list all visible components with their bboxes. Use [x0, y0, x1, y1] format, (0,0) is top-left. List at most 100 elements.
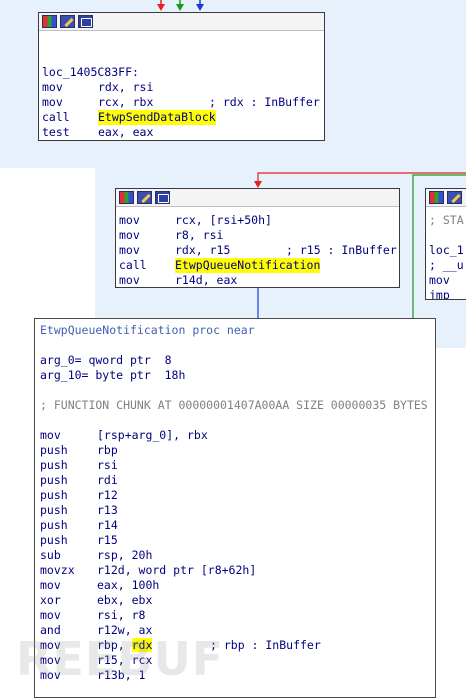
mnemonic: test — [42, 125, 70, 139]
instruction-line[interactable]: mov rdx, rsi — [39, 80, 324, 95]
instruction-line[interactable]: mov rcx, rbx ; rdx : InBuffer — [39, 95, 324, 110]
instruction-line[interactable]: mov [rsp+arg_0], rbx — [35, 428, 435, 443]
operands: r8, rsi — [175, 228, 224, 242]
partial-line: loc_1 — [429, 243, 464, 257]
mnemonic: sub — [40, 548, 61, 562]
mnemonic: push — [40, 473, 68, 487]
operands: eax, eax — [98, 125, 154, 139]
graph-node-loc-1405c83ff[interactable]: loc_1405C83FF: mov rdx, rsi mov rcx, rbx ; rd… — [38, 12, 325, 141]
operands: rdx, rsi — [98, 80, 154, 94]
instruction-line[interactable]: sub rsp, 20h — [35, 548, 435, 563]
partial-line: jmp — [429, 288, 450, 300]
rename-node-icon[interactable] — [447, 191, 462, 204]
node-toolbar — [426, 189, 466, 207]
edge-red-top-arrow — [157, 4, 165, 11]
comment: ; rbp : InBuffer — [210, 638, 321, 652]
color-node-icon[interactable] — [119, 191, 134, 204]
instruction-line[interactable]: mov rsi, r8 — [35, 608, 435, 623]
edge-blue-top-arrow — [196, 4, 204, 11]
graph-node-partial-right[interactable]: ; STA loc_1; __u mov jmp — [425, 188, 466, 300]
mnemonic: push — [40, 533, 68, 547]
instruction-line[interactable]: push r15 — [35, 533, 435, 548]
rename-node-icon[interactable] — [60, 15, 75, 28]
instruction-line[interactable]: movzx r12d, word ptr [r8+62h] — [35, 563, 435, 578]
instruction-line[interactable]: push rdi — [35, 473, 435, 488]
instruction-line[interactable]: js short loc_1405C8476 — [39, 140, 324, 141]
instruction-line[interactable]: test eax, eax — [39, 125, 324, 140]
mnemonic: push — [40, 503, 68, 517]
operands: r13 — [97, 503, 118, 517]
location-label: loc_1405C83FF: — [42, 65, 139, 79]
instruction-line[interactable]: push r12 — [35, 488, 435, 503]
color-node-icon[interactable] — [42, 15, 57, 28]
call-target-link[interactable]: EtwpQueueNotification — [175, 258, 321, 273]
operands: rcx, rbx — [98, 95, 154, 109]
node-toolbar — [39, 13, 324, 31]
mnemonic: call — [119, 258, 147, 272]
mnemonic: push — [40, 443, 68, 457]
instruction-line[interactable]: push rbp — [35, 443, 435, 458]
proc-header[interactable]: EtwpQueueNotification proc near — [40, 323, 255, 338]
mnemonic: movzx — [40, 563, 75, 577]
operands: r14d, eax — [175, 273, 238, 287]
comment: ; r15 : InBuffer — [286, 243, 397, 257]
mnemonic: mov — [40, 608, 61, 622]
mnemonic: mov — [40, 428, 61, 442]
instruction-line[interactable]: push r13 — [35, 503, 435, 518]
mnemonic: xor — [40, 593, 61, 607]
partial-line: ; STA — [429, 213, 464, 227]
mnemonic: mov — [42, 80, 63, 94]
edge-red-branch-arrow — [254, 181, 262, 188]
instruction-line[interactable]: xor ebx, ebx — [35, 593, 435, 608]
mnemonic: push — [40, 518, 68, 532]
mnemonic: mov — [42, 95, 63, 109]
operands: [rsp+arg_0], rbx — [97, 428, 208, 442]
instruction-line[interactable]: mov eax, 100h — [35, 578, 435, 593]
instruction-line[interactable]: push r14 — [35, 518, 435, 533]
rename-node-icon[interactable] — [137, 191, 152, 204]
operands: r12 — [97, 488, 118, 502]
graph-node-queue-notification-call[interactable]: mov rcx, [rsi+50h] mov r8, rsi mov rdx, r15 ; … — [115, 188, 400, 288]
mnemonic: mov — [40, 578, 61, 592]
mnemonic: mov — [119, 273, 140, 287]
stack-arg-definition[interactable]: arg_0= qword ptr 8 — [40, 353, 172, 368]
mnemonic: mov — [119, 213, 140, 227]
operands: rdx, r15 — [175, 243, 231, 257]
operands: r14 — [97, 518, 118, 532]
operands: rdi — [97, 473, 118, 487]
operands: rcx, [rsi+50h] — [175, 213, 272, 227]
function-chunk-comment: ; FUNCTION CHUNK AT 00000001407A00AA SIZ… — [40, 398, 428, 412]
comment: ; rdx : InBuffer — [209, 95, 320, 109]
instruction-line[interactable]: call EtwpSendDataBlock — [39, 110, 324, 125]
instruction-line[interactable]: mov r14d, eax — [116, 273, 399, 287]
operands: r15 — [97, 533, 118, 547]
partial-line: ; __u — [429, 258, 464, 272]
mnemonic: mov — [119, 243, 140, 257]
mnemonic: mov — [119, 228, 140, 242]
mnemonic: push — [40, 458, 68, 472]
mnemonic: push — [40, 488, 68, 502]
node-toolbar — [116, 189, 399, 207]
call-target-link[interactable]: EtwpSendDataBlock — [98, 110, 216, 125]
group-nodes-icon[interactable] — [78, 15, 93, 28]
instruction-line[interactable]: push rsi — [35, 458, 435, 473]
operands: ebx, ebx — [97, 593, 153, 607]
color-node-icon[interactable] — [429, 191, 444, 204]
watermark: REEBUF — [16, 632, 225, 686]
operands: short loc_1405C8476 — [98, 140, 230, 141]
operands: rbp — [97, 443, 118, 457]
instruction-line[interactable]: mov rcx, [rsi+50h] — [116, 213, 399, 228]
instruction-line[interactable]: mov r8, rsi — [116, 228, 399, 243]
instruction-line[interactable]: mov rdx, r15 ; r15 : InBuffer — [116, 243, 399, 258]
operands: r12d, word ptr [r8+62h] — [97, 563, 257, 577]
mnemonic: js — [42, 140, 56, 141]
operands: rsi, r8 — [97, 608, 146, 622]
group-nodes-icon[interactable] — [155, 191, 170, 204]
instruction-line[interactable]: call EtwpQueueNotification — [116, 258, 399, 273]
edge-green-top-arrow — [176, 4, 184, 11]
stack-arg-definition[interactable]: arg_10= byte ptr 18h — [40, 368, 185, 383]
operands: rsi — [97, 458, 118, 472]
mnemonic: call — [42, 110, 70, 124]
operands: eax, 100h — [97, 578, 160, 592]
operands: rsp, 20h — [97, 548, 153, 562]
